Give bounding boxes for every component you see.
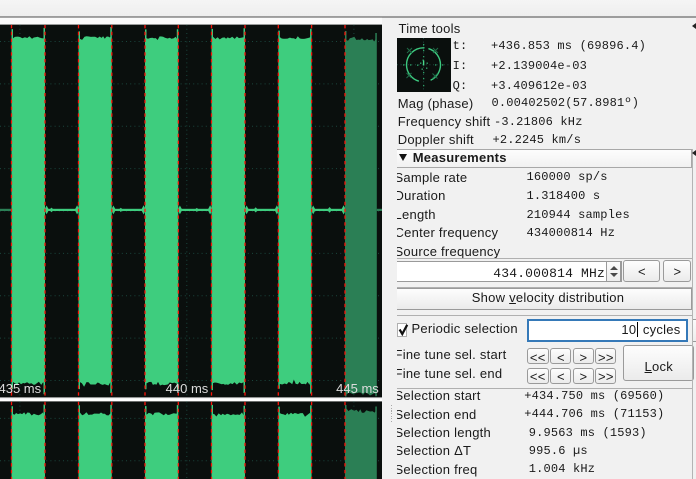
svg-text:440 ms: 440 ms <box>166 381 209 396</box>
svg-text:445 ms: 445 ms <box>336 381 379 396</box>
svg-text:435 ms: 435 ms <box>0 381 42 396</box>
